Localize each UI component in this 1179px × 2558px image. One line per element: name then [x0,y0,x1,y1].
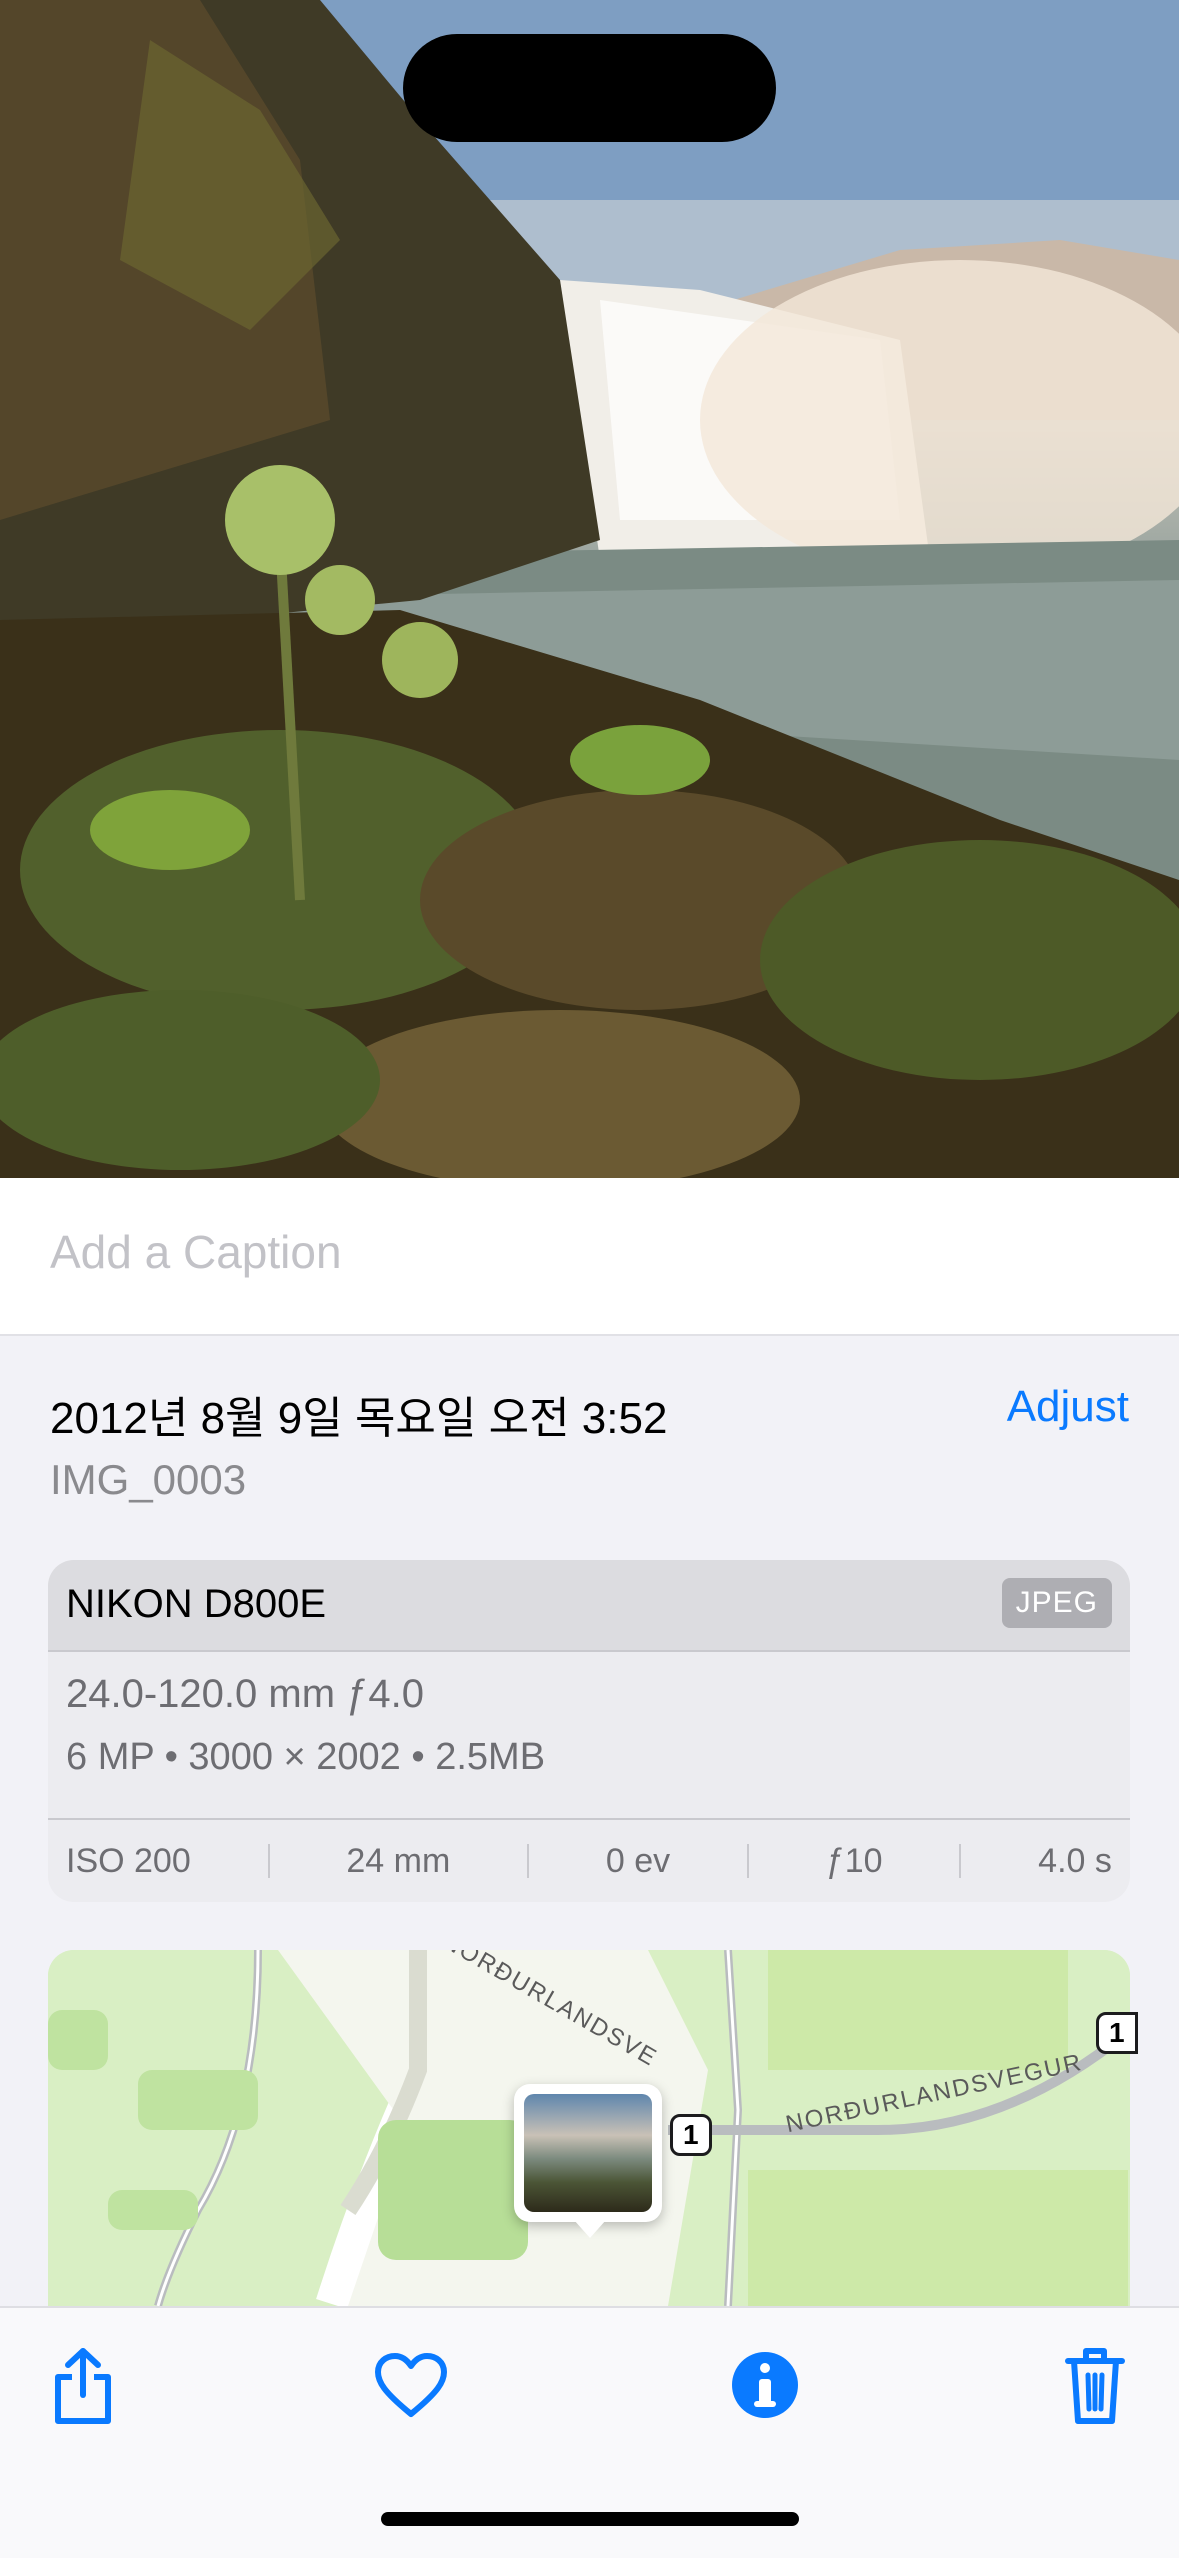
waterfall-photo [0,0,1179,1178]
route-badge: 1 [670,2114,712,2156]
pin-pointer [574,2220,606,2238]
exif-shutter: 4.0 s [1038,1841,1112,1880]
photo-viewer[interactable] [0,0,1179,1178]
exif-aperture: ƒ10 [825,1841,883,1880]
format-badge: JPEG [1001,1578,1112,1628]
photo-thumbnail [524,2094,652,2212]
camera-header: NIKON D800E JPEG [48,1560,1130,1652]
info-icon [732,2352,798,2418]
divider [959,1844,962,1878]
file-name: IMG_0003 [50,1456,247,1503]
adjust-button[interactable]: Adjust [1007,1382,1129,1432]
exif-focal-length: 24 mm [346,1841,451,1880]
caption-placeholder[interactable]: Add a Caption [50,1225,342,1279]
photo-location-pin[interactable] [514,2084,662,2222]
exif-iso: ISO 200 [66,1841,191,1880]
camera-model: NIKON D800E [66,1582,327,1626]
heart-icon [375,2353,447,2417]
favorite-button[interactable] [366,2340,456,2430]
image-details: 6 MP • 3000 × 2002 • 2.5MB [66,1736,546,1778]
divider [267,1844,270,1878]
exif-row: ISO 200 24 mm 0 ev ƒ10 4.0 s [48,1818,1130,1902]
route-badge: 1 [1096,2012,1138,2054]
camera-info-card: NIKON D800E JPEG 24.0-120.0 mm ƒ4.0 6 MP… [48,1560,1130,1902]
lens-info: 24.0-120.0 mm ƒ4.0 [66,1672,424,1716]
share-icon [55,2348,111,2424]
delete-button[interactable] [1050,2340,1140,2430]
photo-date: 2012년 8월 9일 목요일 오전 3:52 [50,1394,668,1443]
trash-icon [1065,2348,1125,2424]
exif-exposure-bias: 0 ev [605,1841,671,1880]
info-button[interactable] [720,2340,810,2430]
home-indicator[interactable] [381,2512,799,2526]
share-button[interactable] [38,2340,128,2430]
dynamic-island [403,34,776,142]
divider [527,1844,530,1878]
divider [747,1844,749,1878]
